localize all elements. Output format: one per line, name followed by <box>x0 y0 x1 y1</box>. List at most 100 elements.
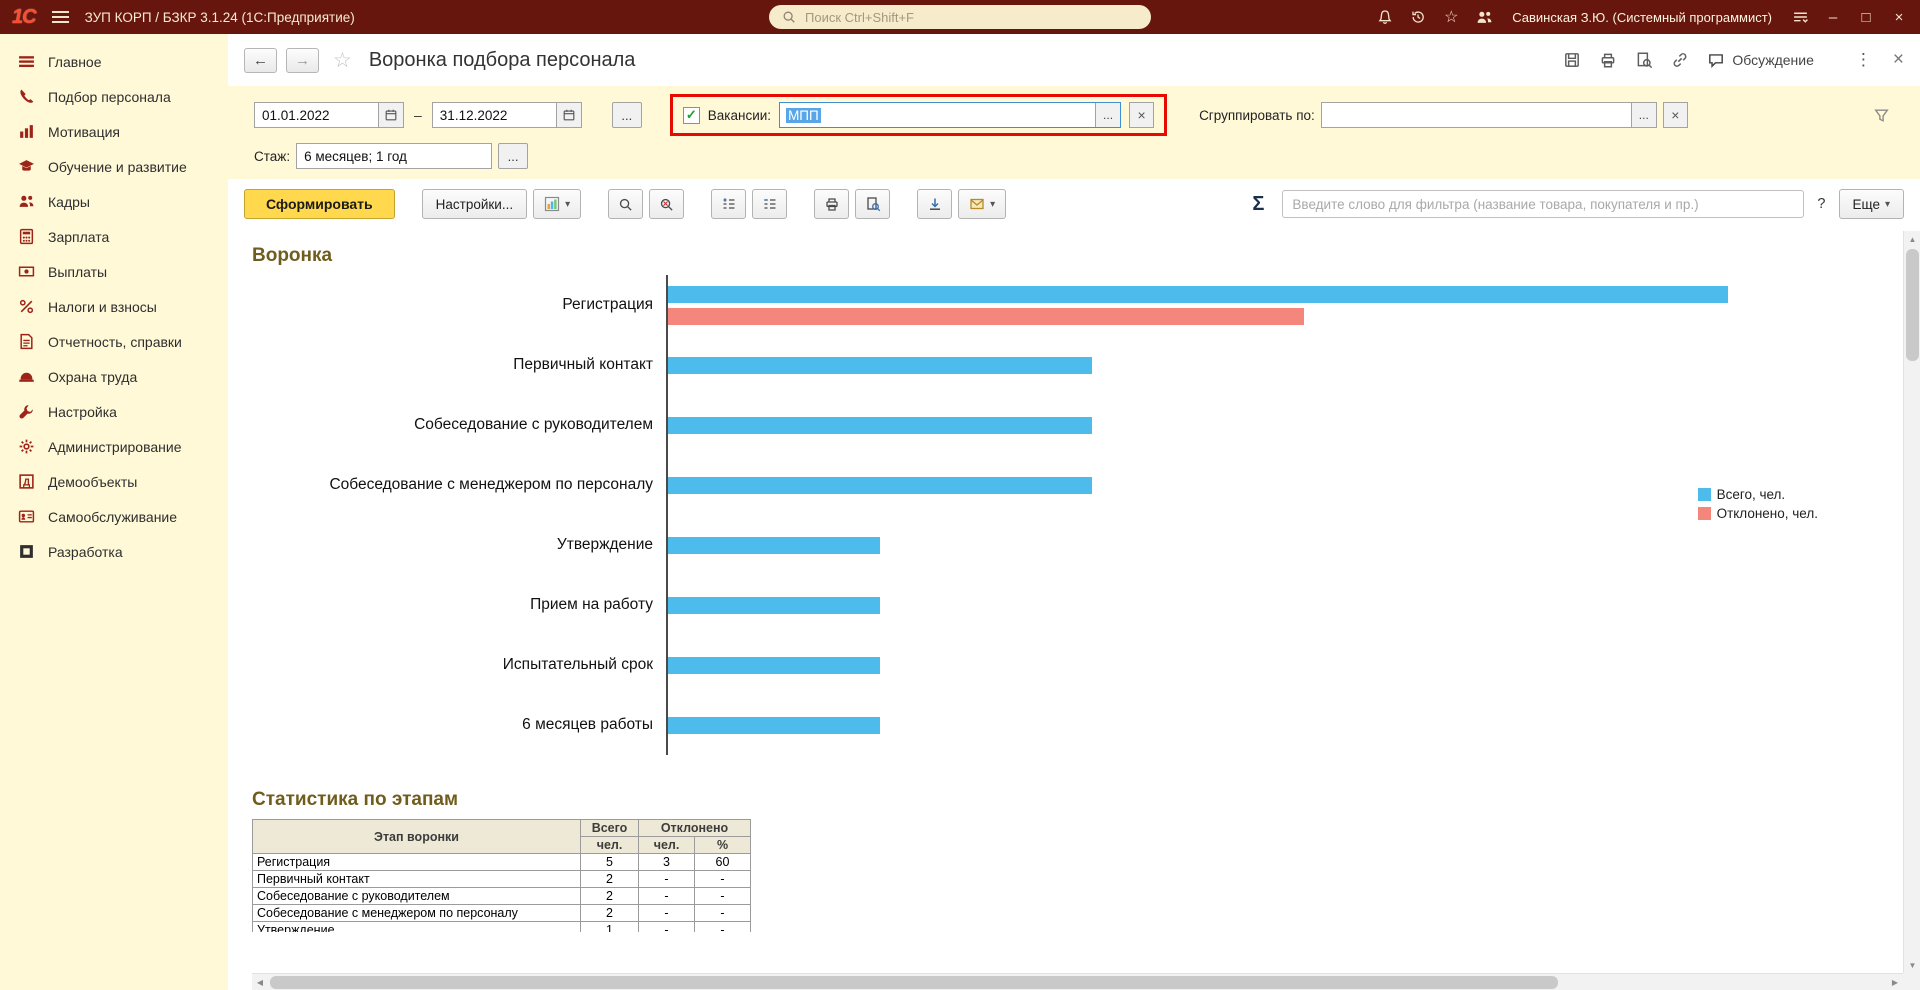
motivation-icon <box>17 122 36 141</box>
report-variants-button[interactable]: ▾ <box>533 189 582 219</box>
sidebar-item-salary[interactable]: Зарплата <box>0 219 228 254</box>
vacancies-field[interactable]: МПП ... <box>779 102 1122 128</box>
vacancies-checkbox[interactable]: ✓ <box>682 106 700 124</box>
chart-bar <box>668 656 880 674</box>
value-cell: 2 <box>580 870 639 888</box>
app-window: 1С ЗУП КОРП / БЗКР 3.1.24 (1С:Предприяти… <box>0 0 1920 990</box>
sum-sigma-icon[interactable]: Σ <box>1252 193 1264 216</box>
favorites-star-icon[interactable]: ☆ <box>1442 8 1460 26</box>
chart-bars <box>666 275 1860 335</box>
sidebar-item-education[interactable]: Обучение и развитие <box>0 149 228 184</box>
more-menu-kebab-icon[interactable]: ⋮ <box>1855 50 1872 70</box>
maximize-button[interactable]: □ <box>1857 9 1875 26</box>
settings-button[interactable]: Настройки... <box>421 189 528 219</box>
history-icon[interactable] <box>1409 8 1427 26</box>
chart-category-label: 6 месяцев работы <box>522 716 653 733</box>
sidebar-item-selfservice[interactable]: Самообслуживание <box>0 499 228 534</box>
close-report-button[interactable]: × <box>1893 49 1904 71</box>
date-from-input[interactable] <box>255 103 378 127</box>
print-icon[interactable] <box>1598 51 1617 70</box>
title-bar: 1С ЗУП КОРП / БЗКР 3.1.24 (1С:Предприяти… <box>0 0 1920 34</box>
date-to-input[interactable] <box>432 103 556 127</box>
vertical-scroll-thumb[interactable] <box>1906 249 1919 361</box>
sidebar-item-staff[interactable]: Кадры <box>0 184 228 219</box>
sidebar-item-label: Выплаты <box>48 263 108 280</box>
date-from-calendar-icon[interactable] <box>378 103 403 127</box>
group-by-clear-button[interactable]: × <box>1662 102 1688 128</box>
sidebar-item-admin[interactable]: Администрирование <box>0 429 228 464</box>
send-email-button[interactable]: ▾ <box>958 189 1007 219</box>
sidebar-item-reports[interactable]: Отчетность, справки <box>0 324 228 359</box>
report-toolbar: Сформировать Настройки... ▾ ▾ Σ Введите … <box>228 179 1920 231</box>
period-options-button[interactable]: ... <box>611 102 642 128</box>
print-button[interactable] <box>814 189 850 219</box>
taxes-icon <box>17 297 36 316</box>
sidebar-item-main-menu[interactable]: Главное <box>0 44 228 79</box>
scroll-up-icon[interactable]: ▲ <box>1904 231 1920 247</box>
sidebar-item-dev[interactable]: Разработка <box>0 534 228 569</box>
group-by-choose-button[interactable]: ... <box>1630 103 1656 127</box>
sidebar-item-settings[interactable]: Настройка <box>0 394 228 429</box>
main-menu-hamburger-icon[interactable] <box>51 11 69 23</box>
staff-icon <box>17 192 36 211</box>
stats-table-body: Регистрация 5 3 60 Первичный контакт 2- - Собес… <box>252 853 751 932</box>
cancel-search-button[interactable] <box>649 189 685 219</box>
back-button[interactable]: ← <box>244 47 277 73</box>
generate-button[interactable]: Сформировать <box>244 189 395 219</box>
sidebar-item-label: Налоги и взносы <box>48 298 157 315</box>
sidebar-item-safety[interactable]: Охрана труда <box>0 359 228 394</box>
sidebar-item-motivation[interactable]: Мотивация <box>0 114 228 149</box>
print-preview-button[interactable] <box>855 189 891 219</box>
notifications-bell-icon[interactable] <box>1376 8 1394 26</box>
chart-row: Собеседование с руководителем <box>252 395 1860 455</box>
vacancies-clear-button[interactable]: × <box>1129 102 1155 128</box>
global-search-input[interactable] <box>805 9 1140 25</box>
sidebar-item-label: Кадры <box>48 193 90 210</box>
chart-category-label: Регистрация <box>562 296 653 313</box>
more-button[interactable]: Еще ▾ <box>1838 189 1904 219</box>
scroll-right-icon[interactable]: ▶ <box>1887 974 1903 990</box>
main-menu-icon <box>17 52 36 71</box>
add-to-favorites-star-icon[interactable]: ☆ <box>333 48 352 73</box>
sidebar-item-label: Мотивация <box>48 123 121 140</box>
discussions-people-icon[interactable] <box>1475 8 1493 26</box>
find-button[interactable] <box>608 189 644 219</box>
sidebar-item-taxes[interactable]: Налоги и взносы <box>0 289 228 324</box>
global-search[interactable] <box>769 5 1151 29</box>
forward-button[interactable]: → <box>286 47 319 73</box>
print-preview-icon[interactable] <box>1634 51 1653 70</box>
scroll-left-icon[interactable]: ◀ <box>252 974 268 990</box>
chart-row: Испытательный срок <box>252 635 1860 695</box>
close-window-button[interactable]: × <box>1890 9 1908 26</box>
scroll-down-icon[interactable]: ▼ <box>1904 957 1920 973</box>
vacancies-selected-text: МПП <box>786 107 821 123</box>
save-icon[interactable] <box>1562 51 1581 70</box>
group-by-input[interactable] <box>1321 103 1631 127</box>
help-button[interactable]: ? <box>1810 196 1832 212</box>
vacancies-choose-button[interactable]: ... <box>1095 103 1121 127</box>
chart-bar <box>668 716 880 734</box>
experience-input[interactable] <box>297 144 492 168</box>
sidebar-item-payments[interactable]: Выплаты <box>0 254 228 289</box>
quick-filter-input[interactable] <box>1282 190 1805 218</box>
collapse-groups-button[interactable] <box>711 189 747 219</box>
save-file-button[interactable] <box>917 189 953 219</box>
get-link-icon[interactable] <box>1670 51 1689 70</box>
filter-funnel-icon[interactable] <box>1873 107 1890 124</box>
horizontal-scrollbar[interactable]: ◀ ▶ <box>252 973 1903 990</box>
minimize-button[interactable]: – <box>1824 9 1842 26</box>
education-icon <box>17 157 36 176</box>
stage-cell: Собеседование с руководителем <box>252 887 581 905</box>
horizontal-scroll-thumb[interactable] <box>270 976 1558 989</box>
current-user[interactable]: Савинская З.Ю. (Системный программист) <box>1512 10 1772 25</box>
expand-groups-button[interactable] <box>752 189 788 219</box>
experience-choose-button[interactable]: ... <box>498 143 529 169</box>
vertical-scrollbar[interactable]: ▲ ▼ <box>1903 231 1920 973</box>
discussion-button[interactable]: Обсуждение <box>1706 51 1814 70</box>
stage-cell: Утверждение <box>252 921 581 932</box>
collapse-panel-icon[interactable] <box>1791 8 1809 26</box>
date-to-calendar-icon[interactable] <box>555 103 581 127</box>
sidebar-item-demo[interactable]: Д Демообъекты <box>0 464 228 499</box>
col-subheader-total-people: чел. <box>580 836 639 854</box>
sidebar-item-recruitment[interactable]: Подбор персонала <box>0 79 228 114</box>
